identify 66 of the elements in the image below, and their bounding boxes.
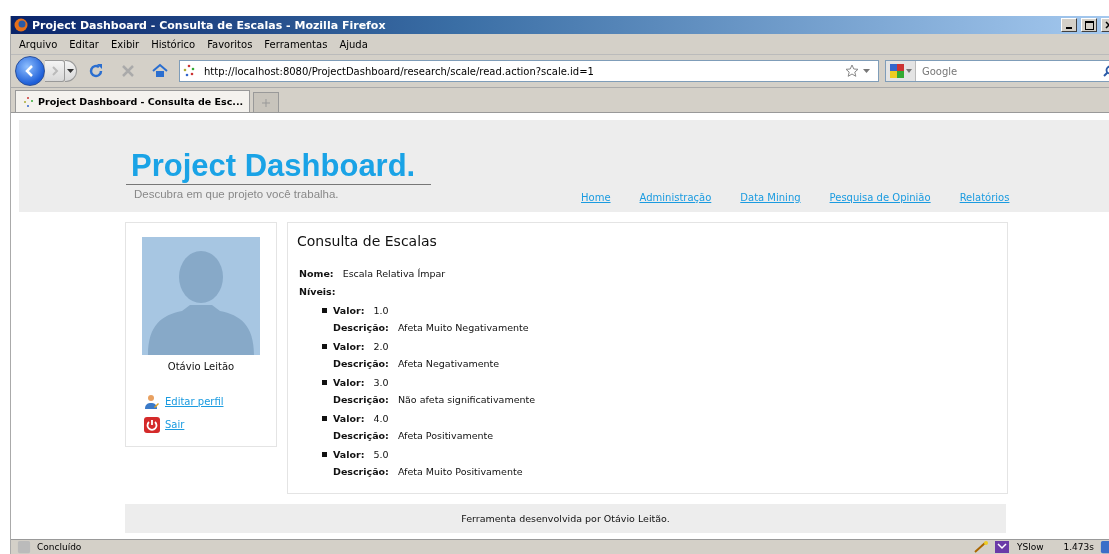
menu-item[interactable]: Favoritos [201, 38, 259, 50]
field-label: Descrição: [333, 430, 389, 441]
caret-icon [905, 69, 912, 73]
maximize-icon [1084, 20, 1094, 30]
status-text: Concluído [37, 542, 83, 552]
stop-icon [120, 63, 136, 79]
star-icon[interactable] [845, 64, 859, 78]
reload-icon [87, 62, 105, 80]
menu-item[interactable]: Histórico [145, 38, 202, 50]
field-value: 4.0 [373, 413, 389, 424]
engine-icon [889, 64, 904, 78]
bullet-icon [322, 344, 327, 349]
field-value: 1.0 [373, 305, 389, 316]
bullet-icon [322, 308, 327, 313]
history-dropdown-button[interactable] [65, 60, 77, 82]
menu-item[interactable]: Arquivo [13, 38, 64, 50]
field-label: Descrição: [333, 322, 389, 333]
addon-label: YSlow [1016, 542, 1044, 552]
field-value: 3.0 [373, 377, 389, 388]
maximize-button[interactable] [1081, 18, 1097, 32]
browser-tab[interactable]: Project Dashboard - Consulta de Esc... [15, 90, 251, 112]
bullet-icon [322, 380, 327, 385]
tagline: Descubra em que projeto você trabalha. [133, 187, 340, 200]
menu-item[interactable]: Exibir [104, 38, 146, 50]
address-bar[interactable]: http://localhost:8080/ProjectDashboard/research/scale/read.action?scale.id=1 [179, 60, 879, 82]
field-label: Níveis: [299, 285, 336, 297]
search-engine-button[interactable] [886, 61, 916, 81]
load-time: 1.473s [1063, 542, 1094, 552]
field-value: 2.0 [373, 341, 389, 352]
search-bar[interactable]: Google [885, 60, 1109, 82]
menu-item[interactable]: Ajuda [333, 38, 374, 50]
field-label: Descrição: [333, 466, 389, 477]
bullet-icon [322, 452, 327, 457]
loading-icon [22, 95, 34, 108]
field-value: Afeta Positivamente [397, 430, 494, 441]
page-heading: Consulta de Escalas [297, 233, 438, 249]
field-value: Afeta Negativamente [397, 358, 500, 369]
field-label: Descrição: [333, 358, 389, 369]
field-label: Valor: [333, 341, 365, 352]
field-label: Descrição: [333, 394, 389, 405]
field-label: Nome: [299, 267, 334, 279]
logo: Project Dashboard. [126, 148, 431, 185]
dropdown-icon[interactable] [863, 69, 870, 73]
field-value: Afeta Muito Negativamente [397, 322, 529, 333]
wand-icon [972, 541, 989, 553]
caret-icon [67, 69, 74, 73]
power-icon [144, 416, 160, 433]
field-value: 5.0 [373, 449, 389, 460]
field-label: Valor: [333, 413, 365, 424]
minimize-button[interactable] [1061, 18, 1077, 32]
footer-text: Ferramenta desenvolvida por Otávio Leitão. [461, 513, 670, 524]
field-label: Valor: [333, 305, 365, 316]
field-value: Escala Relativa Ímpar [342, 267, 446, 279]
field-value: Não afeta significativamente [397, 394, 536, 405]
plus-icon [262, 98, 271, 107]
back-button[interactable] [15, 56, 45, 86]
menu-item[interactable]: Editar [63, 38, 105, 50]
field-label: Valor: [333, 377, 365, 388]
window-title: Project Dashboard - Consulta de Escalas - Mozilla Firefox [32, 18, 387, 32]
bullet-icon [322, 416, 327, 421]
home-icon [151, 62, 169, 80]
user-edit-icon [144, 393, 160, 410]
menu-item[interactable]: Ferramentas [258, 38, 334, 50]
user-name: Otávio Leitão [166, 361, 236, 372]
field-label: Valor: [333, 449, 365, 460]
field-value: Afeta Muito Positivamente [397, 466, 523, 477]
